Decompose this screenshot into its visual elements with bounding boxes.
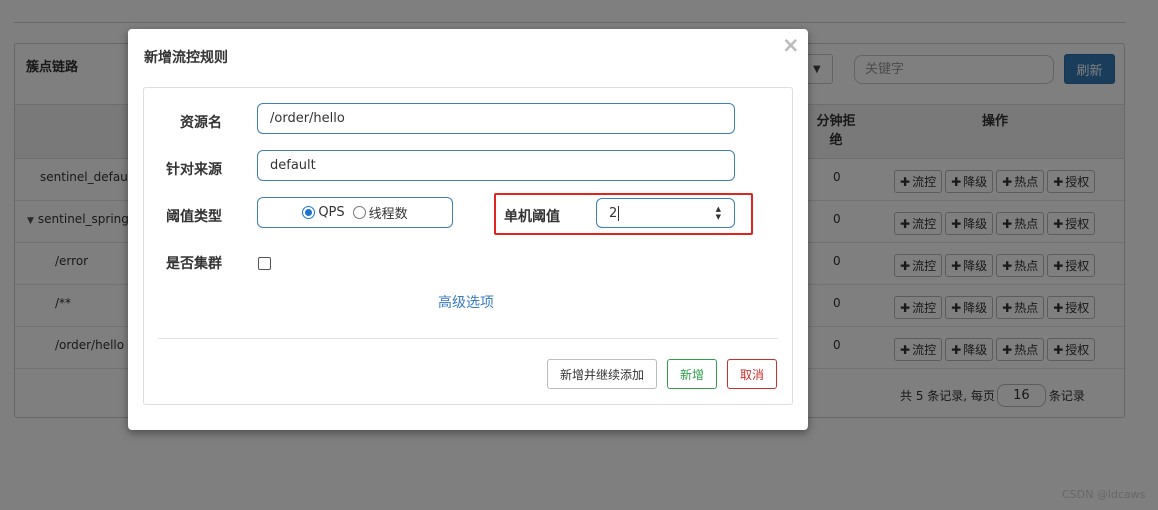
- cluster-label: 是否集群: [166, 256, 222, 272]
- resource-name-input[interactable]: /order/hello: [257, 103, 735, 134]
- radio-unchecked-icon: [352, 206, 366, 219]
- cancel-button[interactable]: 取消: [727, 359, 777, 389]
- radio-thread-count[interactable]: 线程数: [352, 203, 408, 222]
- text-cursor: [618, 205, 620, 221]
- cluster-checkbox[interactable]: [258, 257, 271, 270]
- resource-name-label: 资源名: [180, 115, 222, 131]
- rule-form: 资源名 /order/hello 针对来源 default 阈值类型 QPS 线…: [143, 87, 793, 405]
- threshold-label: 单机阈值: [504, 209, 560, 225]
- add-and-continue-button[interactable]: 新增并继续添加: [547, 359, 657, 389]
- origin-input[interactable]: default: [257, 150, 735, 181]
- radio-qps[interactable]: QPS: [302, 205, 345, 220]
- close-icon[interactable]: ×: [782, 33, 800, 57]
- radio-qps-label: QPS: [318, 205, 345, 220]
- threshold-number-input[interactable]: 2 ▲ ▼: [596, 198, 735, 228]
- add-flow-rule-dialog: 新增流控规则 × 资源名 /order/hello 针对来源 default 阈…: [128, 29, 808, 430]
- threshold-value: 2: [609, 205, 618, 221]
- spinner-arrows-icon[interactable]: ▲ ▼: [716, 205, 721, 221]
- advanced-options-link[interactable]: 高级选项: [438, 292, 494, 312]
- threshold-type-group: QPS 线程数: [257, 197, 453, 228]
- add-button[interactable]: 新增: [667, 359, 717, 389]
- origin-label: 针对来源: [166, 162, 222, 178]
- radio-checked-icon: [302, 206, 316, 219]
- dialog-title: 新增流控规则: [144, 50, 228, 66]
- form-divider: [158, 338, 778, 339]
- threshold-type-label: 阈值类型: [166, 209, 222, 225]
- radio-thread-count-label: 线程数: [368, 207, 408, 222]
